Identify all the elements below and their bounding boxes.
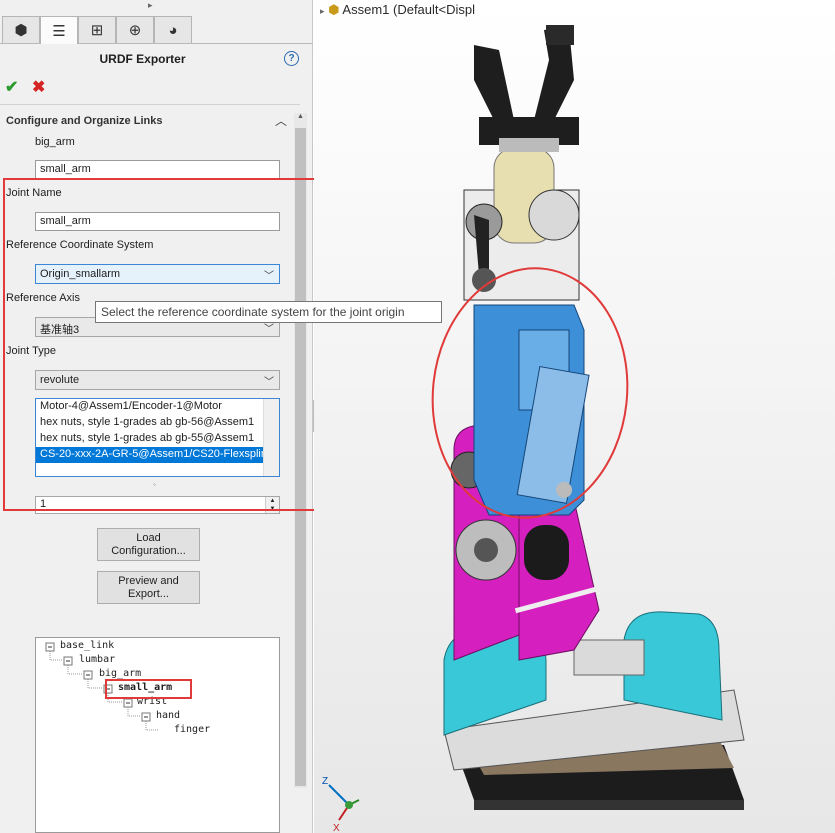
load-configuration-button[interactable]: Load Configuration... <box>97 528 200 561</box>
cancel-icon[interactable]: ✖ <box>32 77 45 97</box>
tree-node-big-arm[interactable]: big_arm <box>99 668 141 679</box>
collapse-chevron-icon[interactable]: ︿ <box>275 112 287 129</box>
gripper <box>474 25 579 152</box>
parent-link-label: big_arm <box>35 136 75 148</box>
robot-arm-model: Z X <box>322 25 745 833</box>
graphics-viewport[interactable]: ▸ ⬢ Assem1 (Default<Displ Z X <box>314 0 835 833</box>
link-tree: base_link lumbar big_arm small_arm wrist… <box>35 637 280 833</box>
tree-node-hand[interactable]: hand <box>156 710 180 721</box>
tree-node-finger[interactable]: finger <box>174 724 210 735</box>
manager-tab-bar: ⬢ ☰ ⊞ ⊕ ◕ <box>0 16 313 44</box>
configuration-manager-tab-icon[interactable]: ⊞ <box>78 16 116 43</box>
scroll-up-icon[interactable]: ▲ <box>294 113 307 127</box>
help-icon[interactable]: ? <box>284 51 299 66</box>
tooltip: Select the reference coordinate system f… <box>95 301 442 323</box>
panel-collapse-handle[interactable]: ▸ <box>148 0 153 11</box>
highlight-joint-settings <box>3 178 333 511</box>
link-name-field[interactable]: small_arm <box>35 160 280 179</box>
panel-title: URDF Exporter <box>99 52 186 66</box>
axis-triad: Z X <box>322 776 360 833</box>
divider <box>0 104 300 105</box>
property-manager-tab-icon[interactable]: ☰ <box>40 16 78 44</box>
property-manager-panel: ▸ ⬢ ☰ ⊞ ⊕ ◕ URDF Exporter ? ✔ ✖ Configur… <box>0 0 333 833</box>
svg-text:X: X <box>333 823 340 833</box>
group-title: Configure and Organize Links <box>6 115 163 127</box>
ok-icon[interactable]: ✔ <box>5 77 18 97</box>
svg-text:Z: Z <box>322 776 328 787</box>
preview-export-button[interactable]: Preview and Export... <box>97 571 200 604</box>
highlight-tree-node <box>105 679 192 699</box>
tree-node-base-link[interactable]: base_link <box>60 640 114 651</box>
blue-middle-arm <box>473 304 590 516</box>
tree-node-lumbar[interactable]: lumbar <box>79 654 115 665</box>
feature-manager-tab-icon[interactable]: ⬢ <box>2 16 40 43</box>
dimxpert-tab-icon[interactable]: ⊕ <box>116 16 154 43</box>
wrist-assembly <box>463 147 580 301</box>
display-manager-tab-icon[interactable]: ◕ <box>154 16 192 43</box>
